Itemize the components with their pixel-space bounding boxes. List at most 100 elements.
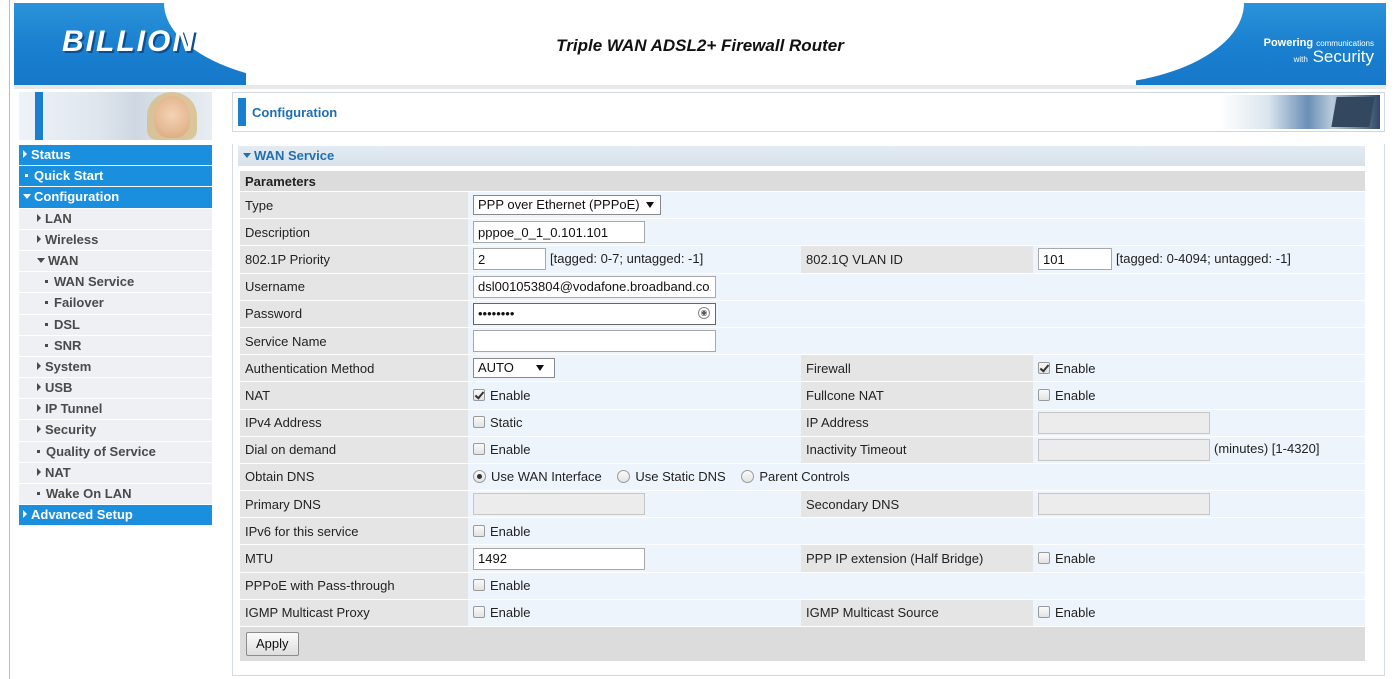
bullet-icon (37, 449, 40, 453)
configuration-title-bar: Configuration (232, 92, 1385, 132)
sidebar-item-status[interactable]: Status (19, 145, 212, 167)
nat-enable-text: Enable (490, 387, 531, 403)
parameters-heading: Parameters (240, 171, 1365, 191)
chevron-right-icon (37, 234, 41, 243)
header-banner: BILLION Triple WAN ADSL2+ Firewall Route… (14, 3, 1386, 85)
reveal-password-icon[interactable]: ◉ (698, 306, 710, 319)
sidebar-item-quality-of-service[interactable]: Quality of Service (19, 441, 212, 463)
service-name-input[interactable] (473, 330, 716, 353)
mtu-input[interactable] (473, 547, 645, 570)
password-input[interactable] (473, 302, 716, 325)
chevron-right-icon (37, 467, 41, 476)
sidebar-item-wake-on-lan[interactable]: Wake On LAN (19, 484, 212, 506)
sidebar-item-usb[interactable]: USB (19, 378, 212, 400)
ppp-ip-extension-checkbox[interactable] (1038, 552, 1050, 565)
nat-checkbox[interactable] (473, 388, 485, 401)
firewall-label: Firewall (801, 355, 1033, 382)
inactivity-hint: (minutes) [1-4320] (1214, 441, 1320, 457)
igmp-proxy-checkbox[interactable] (473, 606, 485, 619)
sidebar-item-wan[interactable]: WAN (19, 250, 212, 273)
priority-input[interactable] (473, 248, 546, 271)
inactivity-timeout-label: Inactivity Timeout (801, 436, 1033, 463)
dial-on-demand-label: Dial on demand (240, 436, 468, 463)
vlan-id-label: 802.1Q VLAN ID (801, 246, 1033, 273)
dns-parent-controls-text: Parent Controls (759, 469, 850, 485)
auth-method-select[interactable]: AUTO (473, 358, 555, 379)
auth-method-label: Authentication Method (240, 355, 468, 382)
chevron-right-icon (23, 150, 27, 158)
sidebar-item-snr[interactable]: SNR (19, 335, 212, 357)
secondary-dns-label: Secondary DNS (801, 491, 1033, 518)
sidebar-item-configuration[interactable]: Configuration (19, 187, 212, 209)
static-ipv4-checkbox[interactable] (473, 416, 485, 429)
sidebar-item-system[interactable]: System (19, 356, 212, 379)
ipv4-address-label: IPv4 Address (240, 409, 468, 436)
apply-button[interactable]: Apply (246, 632, 299, 656)
igmp-proxy-label: IGMP Multicast Proxy (240, 599, 468, 626)
dial-on-demand-checkbox[interactable] (473, 443, 485, 456)
type-label: Type (240, 192, 468, 219)
section-header-wan-service[interactable]: WAN Service (238, 146, 1365, 166)
primary-dns-label: Primary DNS (240, 491, 468, 518)
ip-address-label: IP Address (801, 409, 1033, 436)
description-label: Description (240, 219, 468, 246)
ipv6-checkbox[interactable] (473, 524, 485, 537)
chevron-down-icon (23, 194, 31, 200)
sidebar-item-wireless[interactable]: Wireless (19, 229, 212, 251)
pppoe-pass-through-checkbox[interactable] (473, 579, 485, 592)
dns-static-radio[interactable] (617, 470, 631, 484)
nat-label: NAT (240, 382, 468, 409)
priority-label: 802.1P Priority (240, 246, 468, 273)
dns-parent-controls-radio[interactable] (741, 470, 755, 484)
vlan-id-hint: [tagged: 0-4094; untagged: -1] (1116, 250, 1291, 266)
tagline: Powering communications with Security (1263, 37, 1374, 66)
sidebar-item-lan[interactable]: LAN (19, 208, 212, 230)
dns-wan-interface-text: Use WAN Interface (491, 469, 602, 485)
sidebar-item-advanced-setup[interactable]: Advanced Setup (19, 505, 212, 527)
ppp-ip-extension-label: PPP IP extension (Half Bridge) (801, 545, 1033, 572)
chevron-right-icon (37, 361, 41, 370)
sidebar-item-quick-start[interactable]: Quick Start (19, 166, 212, 188)
router-title: Triple WAN ADSL2+ Firewall Router (556, 36, 844, 55)
sidebar-item-failover[interactable]: Failover (19, 293, 212, 315)
firewall-checkbox[interactable] (1038, 361, 1050, 374)
chevron-down-icon (243, 153, 251, 158)
sidebar-item-security[interactable]: Security (19, 420, 212, 442)
pppoe-pass-through-label: PPPoE with Pass-through (240, 572, 468, 599)
igmp-source-label: IGMP Multicast Source (801, 599, 1033, 626)
ppp-ip-ext-enable-text: Enable (1055, 551, 1096, 567)
fullcone-nat-checkbox[interactable] (1038, 388, 1050, 401)
dns-wan-interface-radio[interactable] (473, 470, 486, 484)
primary-dns-input (473, 493, 645, 516)
fullcone-enable-text: Enable (1055, 387, 1096, 403)
chevron-right-icon (37, 383, 41, 392)
sidebar-item-dsl[interactable]: DSL (19, 314, 212, 336)
header-divider (14, 85, 1386, 89)
username-input[interactable] (473, 275, 716, 298)
fullcone-nat-label: Fullcone NAT (801, 382, 1033, 409)
secondary-dns-input (1038, 493, 1210, 516)
pppoe-pass-enable-text: Enable (490, 578, 531, 594)
bullet-icon (45, 343, 48, 347)
service-name-label: Service Name (240, 327, 468, 355)
page-title: Configuration (252, 105, 338, 120)
dial-enable-text: Enable (490, 442, 531, 458)
sidebar-item-ip-tunnel[interactable]: IP Tunnel (19, 399, 212, 421)
chevron-right-icon (37, 425, 41, 434)
obtain-dns-label: Obtain DNS (240, 463, 468, 491)
inactivity-timeout-input (1038, 438, 1210, 461)
description-input[interactable] (473, 221, 645, 244)
ipv6-enable-text: Enable (490, 523, 531, 539)
bullet-icon (45, 280, 48, 284)
sidebar-item-nat[interactable]: NAT (19, 462, 212, 484)
bullet-icon (25, 174, 28, 178)
igmp-source-checkbox[interactable] (1038, 606, 1050, 619)
type-select[interactable]: PPP over Ethernet (PPPoE) (473, 195, 661, 216)
title-accent (238, 98, 246, 126)
ip-address-input (1038, 411, 1210, 434)
sidebar-item-wan-service[interactable]: WAN Service (19, 272, 212, 294)
vlan-id-input[interactable] (1038, 248, 1112, 271)
dropdown-arrow-icon (645, 202, 654, 209)
sidebar-photo (19, 92, 212, 140)
office-banner-image (1220, 95, 1380, 129)
